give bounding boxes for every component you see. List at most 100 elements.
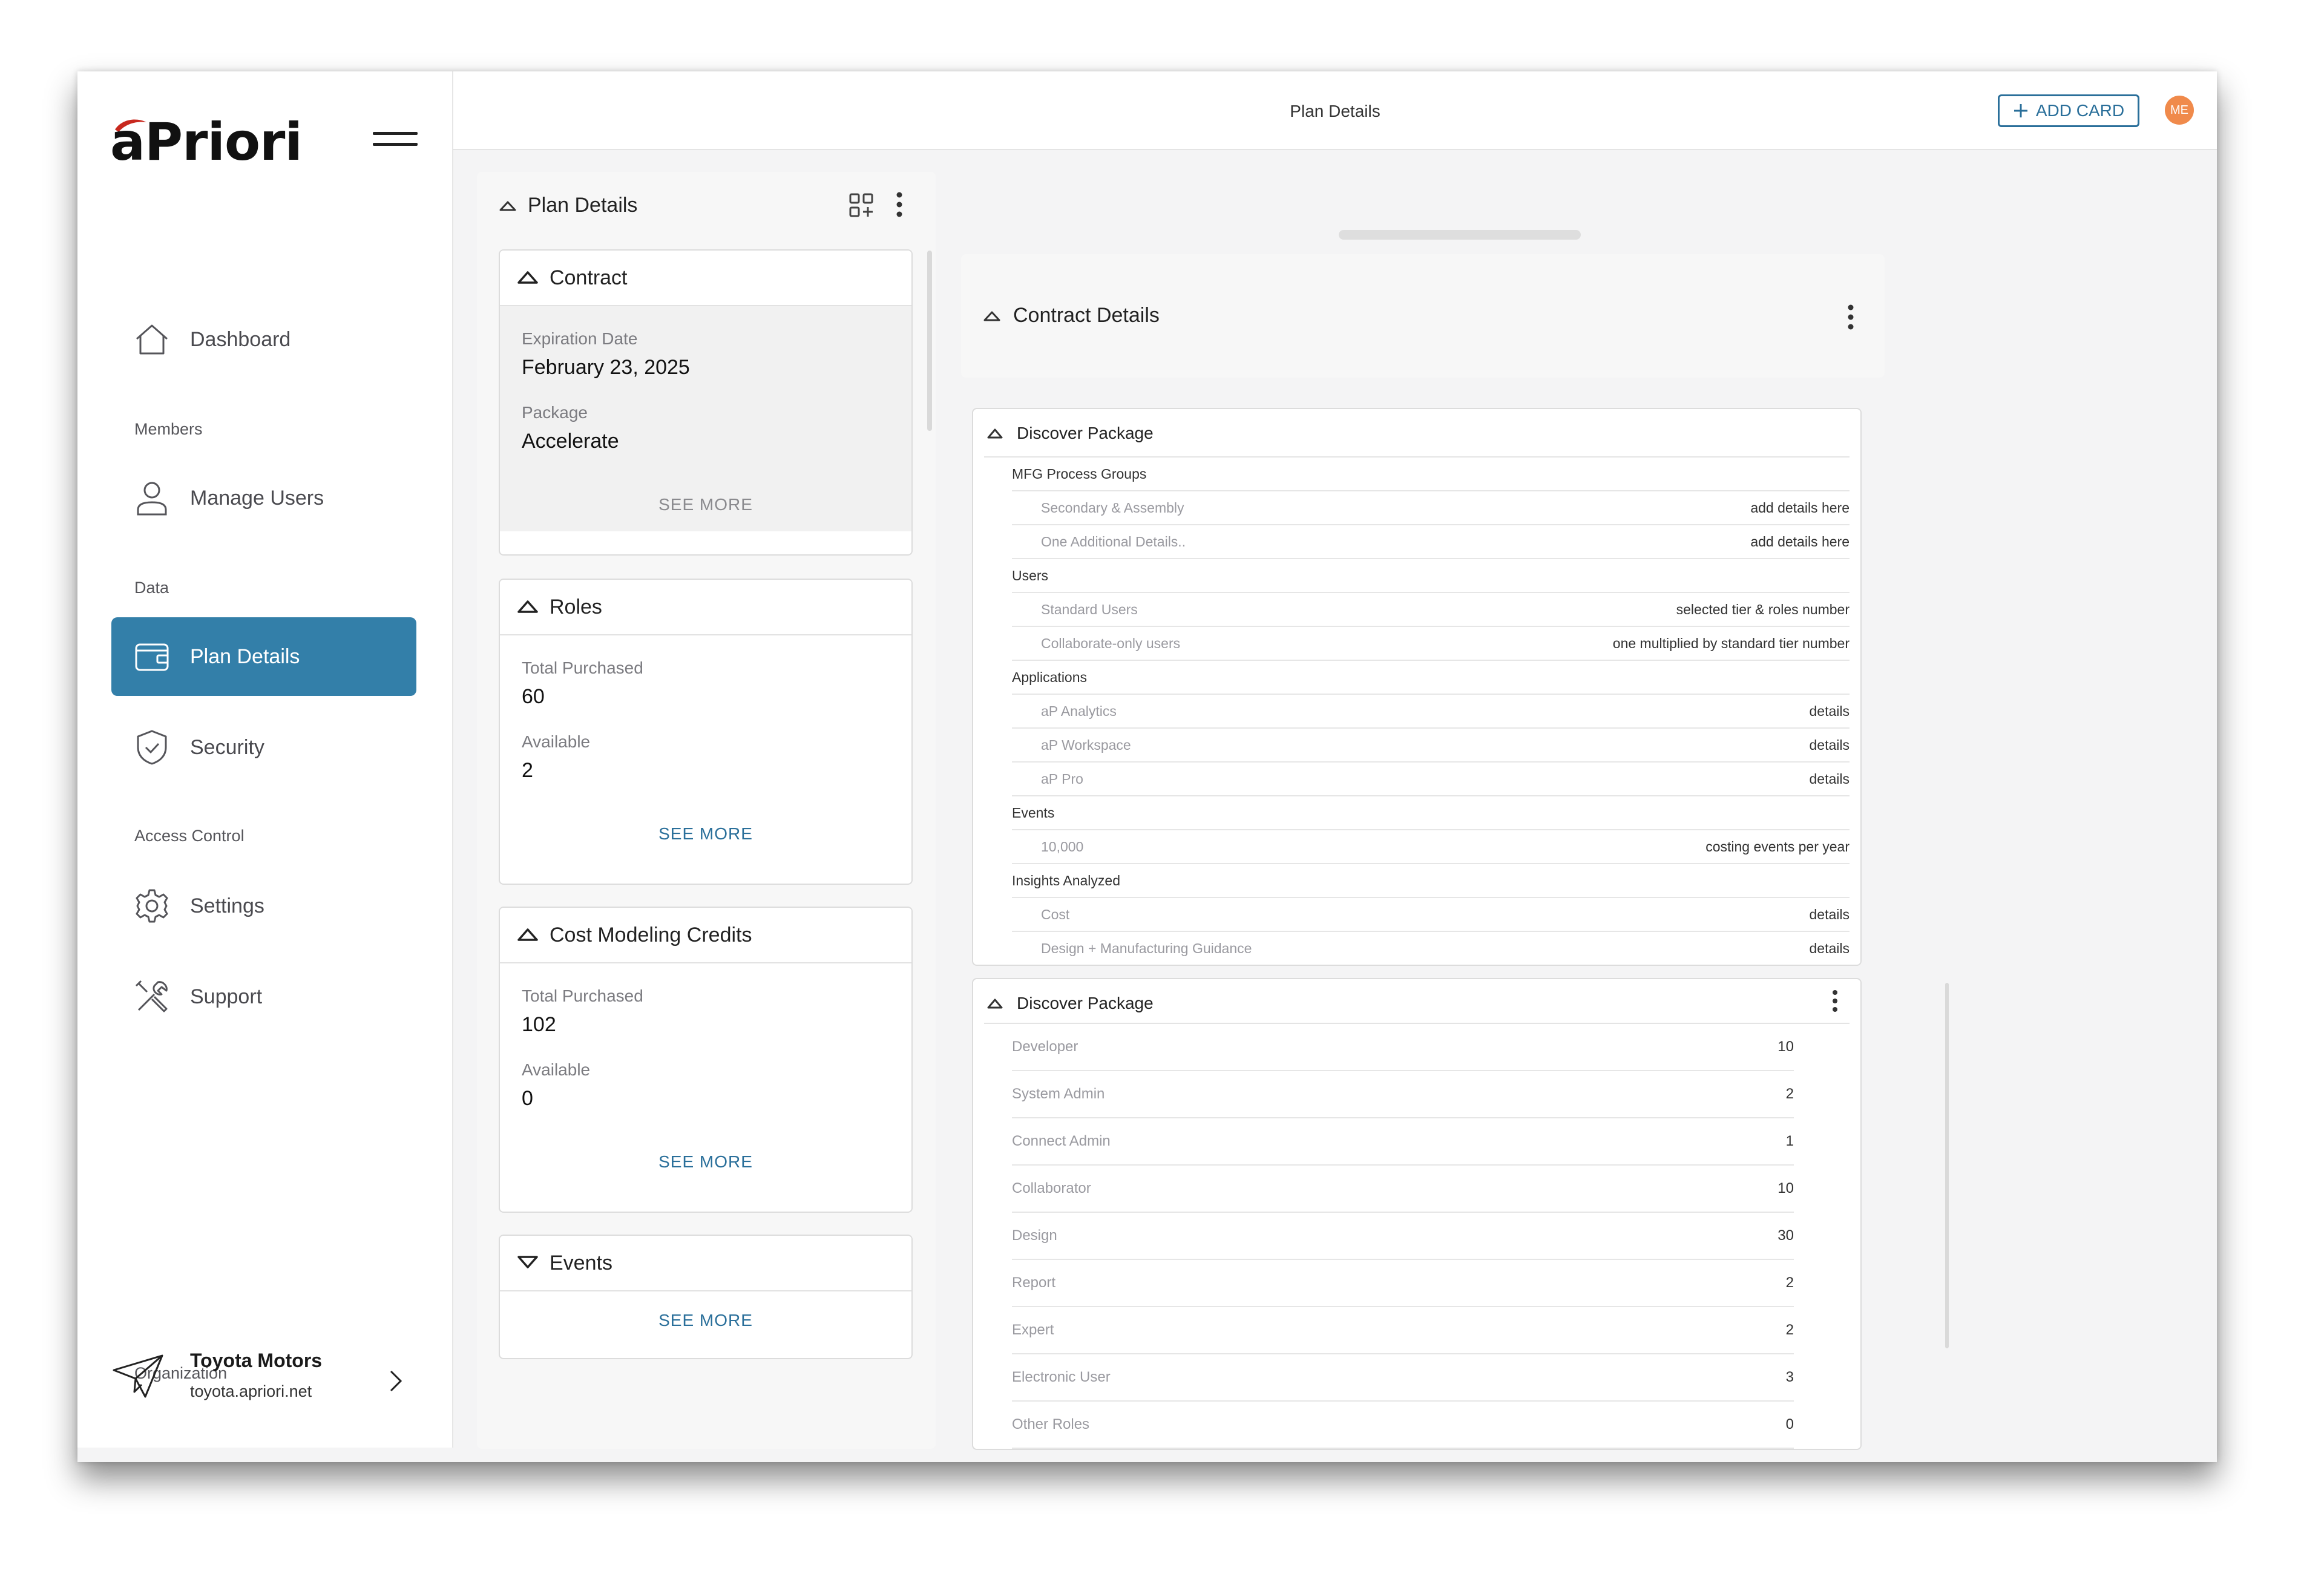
- contract-card: Contract Expiration Date February 23, 20…: [499, 249, 913, 556]
- row-label: 10,000: [1041, 839, 1084, 855]
- role-count: 0: [1785, 1416, 1794, 1432]
- card-header[interactable]: Contract: [500, 251, 911, 306]
- drag-handle[interactable]: [1339, 230, 1581, 240]
- detail-row: One Additional Details.. add details here: [1012, 525, 1850, 559]
- app-window: aPriori Dashboard Members Manage Users D…: [77, 71, 2217, 1462]
- collapse-icon[interactable]: [986, 427, 1003, 442]
- sidebar-item-plan-details[interactable]: Plan Details: [111, 617, 416, 696]
- role-row: Electronic User 3: [1012, 1354, 1794, 1402]
- collapse-icon[interactable]: [517, 599, 539, 617]
- card-body: Expiration Date February 23, 2025 Packag…: [500, 306, 911, 531]
- sidebar-item-dashboard[interactable]: Dashboard: [111, 300, 416, 379]
- panel-scrollbar[interactable]: [1945, 983, 1949, 1348]
- see-more-link[interactable]: SEE MORE: [500, 1311, 911, 1330]
- card-title: Discover Package: [1017, 424, 1154, 442]
- avatar[interactable]: ME: [2165, 96, 2194, 125]
- organization-switcher[interactable]: Toyota Motors toyota.apriori.net: [111, 1346, 426, 1419]
- row-label: Applications: [1012, 669, 1088, 685]
- role-row: Expert 2: [1012, 1307, 1794, 1354]
- row-value: add details here: [1750, 534, 1850, 549]
- field-label: Package: [522, 403, 588, 422]
- add-card-label: ADD CARD: [2035, 101, 2125, 120]
- expand-icon[interactable]: [517, 1255, 539, 1273]
- cost-modeling-credits-card: Cost Modeling Credits Total Purchased 10…: [499, 907, 913, 1213]
- field-value: Accelerate: [522, 430, 619, 453]
- sidebar-item-support[interactable]: Support: [111, 957, 416, 1036]
- panel-scrollbar[interactable]: [927, 251, 932, 431]
- field-label: Total Purchased: [522, 986, 643, 1005]
- more-options-icon[interactable]: [1831, 989, 1839, 1016]
- detail-row: aP Analytics details: [1012, 695, 1850, 729]
- row-label: Events: [1012, 805, 1055, 821]
- role-row: Connect Admin 1: [1012, 1118, 1794, 1166]
- roles-card: Roles Total Purchased 60 Available 2 SEE…: [499, 579, 913, 885]
- row-label: Users: [1012, 568, 1049, 583]
- collapse-icon[interactable]: [517, 270, 539, 287]
- field-value: 102: [522, 1013, 556, 1036]
- role-row: Report 2: [1012, 1260, 1794, 1307]
- row-label: aP Analytics: [1041, 703, 1117, 719]
- plan-details-panel: Plan Details Contract Expiration Date Fe…: [477, 172, 936, 1449]
- card-header[interactable]: Discover Package: [984, 409, 1850, 458]
- role-label: Connect Admin: [1012, 1133, 1111, 1149]
- add-widget-grid-icon[interactable]: [849, 192, 874, 221]
- card-title: Roles: [550, 595, 602, 618]
- card-header[interactable]: Events: [500, 1236, 911, 1291]
- row-label: Cost: [1041, 907, 1070, 922]
- apriori-logo[interactable]: aPriori: [110, 115, 303, 169]
- more-options-icon[interactable]: [896, 191, 903, 221]
- more-options-icon[interactable]: [1847, 304, 1854, 333]
- sidebar-item-manage-users[interactable]: Manage Users: [111, 459, 416, 537]
- see-more-link[interactable]: SEE MORE: [500, 495, 911, 514]
- row-value: details: [1809, 907, 1850, 922]
- sidebar-item-settings[interactable]: Settings: [111, 867, 416, 945]
- card-header[interactable]: Cost Modeling Credits: [500, 908, 911, 963]
- role-count: 1: [1785, 1133, 1794, 1149]
- plus-icon: [2014, 104, 2027, 117]
- user-icon: [133, 479, 171, 517]
- card-title: Discover Package: [1017, 994, 1154, 1012]
- field-label: Total Purchased: [522, 658, 643, 677]
- menu-toggle-icon[interactable]: [373, 128, 418, 149]
- sidebar-item-security[interactable]: Security: [111, 708, 416, 787]
- row-value: add details here: [1750, 500, 1850, 516]
- card-title: Contract: [550, 266, 628, 289]
- collapse-icon[interactable]: [983, 310, 1001, 325]
- org-url: toyota.apriori.net: [190, 1382, 312, 1400]
- tools-icon: [133, 978, 171, 1015]
- org-name: Toyota Motors: [190, 1350, 323, 1371]
- field-label: Expiration Date: [522, 329, 638, 348]
- row-value: selected tier & roles number: [1676, 602, 1850, 617]
- discover-package-card: Discover Package MFG Process Groups Secon…: [972, 408, 1862, 966]
- collapse-icon[interactable]: [517, 927, 539, 945]
- role-count: 10: [1777, 1038, 1794, 1055]
- card-header[interactable]: Discover Package: [984, 979, 1850, 1024]
- row-value: one multiplied by standard tier number: [1612, 635, 1850, 651]
- paper-plane-icon: [111, 1346, 166, 1403]
- sidebar-item-label: Manage Users: [190, 486, 324, 510]
- sidebar-item-label: Security: [190, 735, 264, 759]
- contract-details-title: Contract Details: [1013, 304, 1160, 327]
- wallet-icon: [133, 638, 171, 675]
- role-row: System Admin 2: [1012, 1071, 1794, 1118]
- see-more-link[interactable]: SEE MORE: [500, 824, 911, 844]
- card-title: Cost Modeling Credits: [550, 923, 752, 946]
- sidebar-item-label: Support: [190, 985, 263, 1008]
- row-label: aP Pro: [1041, 771, 1083, 787]
- sidebar: aPriori Dashboard Members Manage Users D…: [77, 71, 453, 1448]
- role-row: Collaborator 10: [1012, 1166, 1794, 1213]
- detail-row: aP Workspace details: [1012, 729, 1850, 763]
- collapse-icon[interactable]: [986, 997, 1003, 1012]
- group-row: Events: [1012, 796, 1850, 830]
- detail-row: Standard Users selected tier & roles numb…: [1012, 593, 1850, 627]
- collapse-icon[interactable]: [499, 200, 517, 215]
- role-row: Developer 10: [1012, 1024, 1794, 1071]
- row-value: costing events per year: [1705, 839, 1850, 855]
- add-card-button[interactable]: ADD CARD: [1998, 94, 2139, 127]
- row-label: Standard Users: [1041, 602, 1138, 617]
- see-more-link[interactable]: SEE MORE: [500, 1152, 911, 1172]
- role-label: System Admin: [1012, 1086, 1105, 1102]
- card-header[interactable]: Roles: [500, 580, 911, 635]
- role-count: 10: [1777, 1180, 1794, 1196]
- field-value: 2: [522, 759, 533, 782]
